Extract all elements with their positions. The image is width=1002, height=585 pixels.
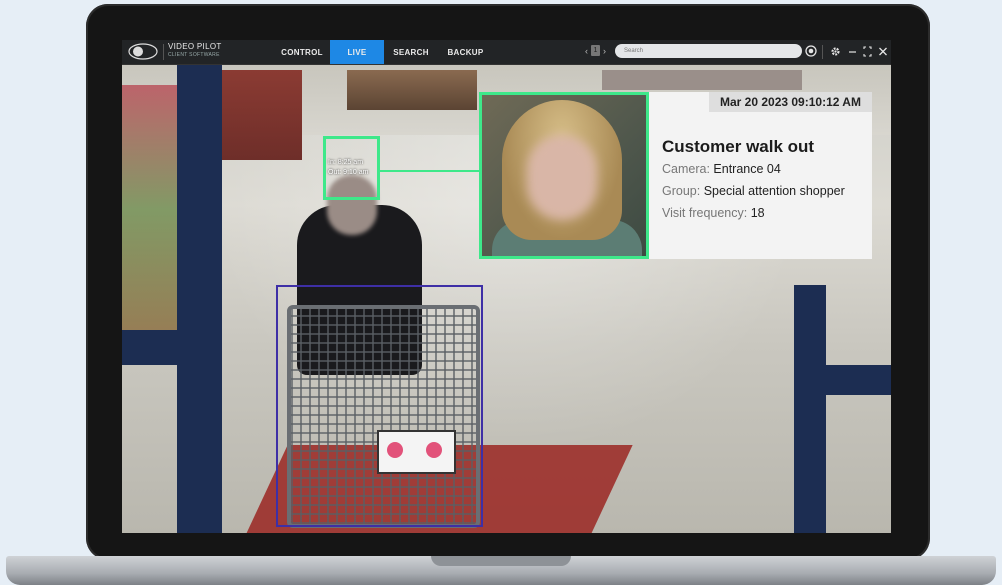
brand-divider — [163, 44, 164, 60]
door-rail-right — [794, 365, 891, 395]
face-time-label: In: 8:25 am Out: 9:10 am — [328, 158, 368, 178]
alert-camera-row: Camera: Entrance 04 — [662, 162, 781, 176]
brand-subtitle: CLIENT SOFTWARE — [168, 52, 220, 58]
toolbar-divider — [822, 45, 823, 59]
nav-search[interactable]: SEARCH — [387, 40, 435, 64]
company-logo-icon — [128, 43, 158, 60]
maximize-icon[interactable] — [863, 46, 872, 57]
page-prev-button[interactable]: ‹ — [585, 46, 588, 56]
matched-face-thumbnail[interactable] — [479, 92, 649, 259]
store-shelf-center — [347, 70, 477, 110]
page-number[interactable]: 1 — [591, 45, 600, 56]
brand-name: VIDEO PILOT — [168, 42, 222, 51]
alert-title: Customer walk out — [662, 137, 815, 156]
flower-display — [122, 85, 177, 335]
door-frame-right — [794, 285, 826, 533]
alert-visit-row: Visit frequency: 18 — [662, 206, 765, 220]
title-bar: VIDEO PILOT CLIENT SOFTWARE CONTROL LIVE… — [122, 40, 891, 65]
nav-live[interactable]: LIVE — [330, 40, 384, 64]
record-icon[interactable] — [805, 45, 817, 57]
face-in-time: In: 8:25 am — [328, 159, 364, 166]
brand: VIDEO PILOT CLIENT SOFTWARE — [168, 43, 222, 58]
door-frame-left — [177, 65, 222, 533]
camera-label: Camera: — [662, 162, 710, 176]
minimize-icon[interactable] — [848, 46, 857, 57]
search-placeholder: Search — [624, 48, 644, 54]
visit-frequency-value: 18 — [750, 206, 765, 220]
page-next-button[interactable]: › — [603, 46, 606, 56]
laptop-notch — [431, 556, 571, 566]
nav-backup[interactable]: BACKUP — [441, 40, 490, 64]
close-icon[interactable] — [878, 46, 888, 57]
nav-control[interactable]: CONTROL — [277, 40, 327, 64]
page-selector: ‹ 1 › — [585, 45, 606, 56]
live-camera-view[interactable]: In: 8:25 am Out: 9:10 am Mar 20 2023 09:… — [122, 65, 891, 533]
cart-detection-box[interactable] — [276, 285, 483, 527]
alert-group-row: Group: Special attention shopper — [662, 184, 845, 198]
alert-card[interactable]: Mar 20 2023 09:10:12 AM Customer walk ou… — [649, 92, 872, 259]
search-input[interactable]: Search — [615, 44, 802, 58]
door-rail-left — [122, 330, 222, 365]
app-window: VIDEO PILOT CLIENT SOFTWARE CONTROL LIVE… — [122, 40, 891, 533]
group-value: Special attention shopper — [703, 184, 845, 198]
camera-value: Entrance 04 — [713, 162, 781, 176]
settings-gear-icon[interactable] — [830, 46, 841, 57]
face-out-time: Out: 9:10 am — [328, 169, 369, 176]
visit-frequency-label: Visit frequency: — [662, 206, 748, 220]
store-shelf-right — [602, 70, 802, 90]
detection-connector-line — [380, 170, 479, 172]
alert-datetime: Mar 20 2023 09:10:12 AM — [709, 92, 872, 112]
group-label: Group: — [662, 184, 701, 198]
thumbnail-face-blurred — [527, 135, 597, 220]
